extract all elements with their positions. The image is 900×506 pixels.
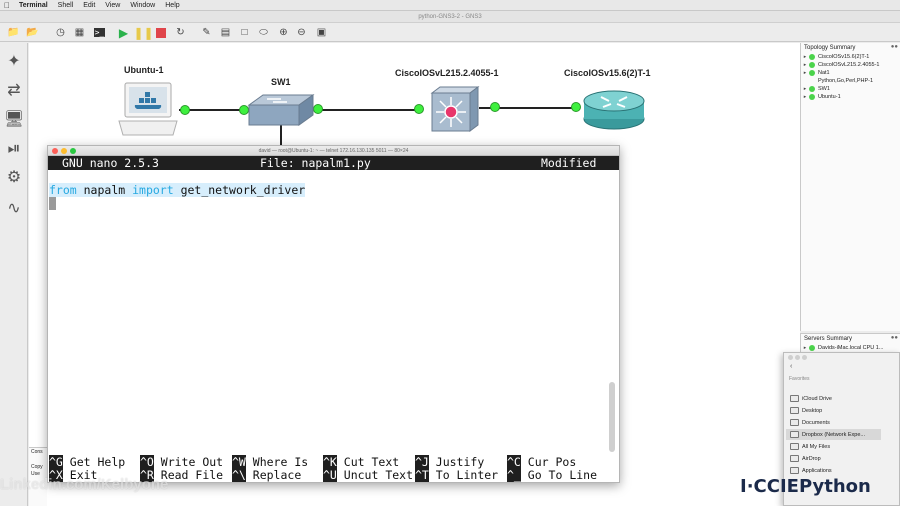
dock-close-icon[interactable]: ●● — [891, 335, 898, 341]
code-line[interactable]: from napalm import get_network_driver — [49, 183, 306, 197]
window-title: python-GNS3-2 - GNS3 — [0, 11, 900, 23]
stop-all-icon[interactable] — [153, 25, 168, 40]
nano-header: GNU nano 2.5.3 File: napalm1.py Modified — [48, 156, 619, 170]
link-status-dot — [180, 105, 190, 115]
link-sw1-l2router[interactable] — [315, 109, 421, 111]
add-link-icon[interactable]: ∿ — [4, 198, 24, 218]
console-all-icon[interactable]: >_ — [92, 25, 107, 40]
shortcut-go-to-line[interactable]: ^_ Go To Line — [507, 468, 597, 482]
nano-file-label: File: napalm1.py — [260, 156, 371, 170]
finder-minimize-button[interactable] — [795, 355, 800, 360]
reload-all-icon[interactable]: ↻ — [173, 25, 188, 40]
topology-item[interactable]: Python,Go,Perl,PHP-1 — [801, 77, 900, 85]
finder-close-button[interactable] — [788, 355, 793, 360]
menu-window[interactable]: Window — [125, 2, 160, 9]
device-label-sw1: SW1 — [271, 77, 291, 87]
topology-item[interactable]: ▸ Nat1 — [801, 69, 900, 77]
browse-security-icon[interactable]: ⏯ — [4, 139, 24, 159]
brand-logo: I·CCIEPython — [740, 476, 871, 497]
finder-item-airdrop[interactable]: AirDrop — [786, 453, 881, 464]
topology-item[interactable]: ▸ CiscoIOSv15.6(2)T-1 — [801, 53, 900, 61]
toolbar: 📁 📂 ◷ ▦ >_ ▶ ❚❚ ↻ ✎ ▤ □ ⬭ ⊕ ⊖ ▣ — [0, 23, 900, 42]
nano-status: Modified — [541, 156, 597, 170]
menu-edit[interactable]: Edit — [78, 2, 100, 9]
window-close-button[interactable] — [52, 148, 58, 154]
finder-item-documents[interactable]: Documents — [786, 417, 881, 428]
insert-picture-icon[interactable]: ▤ — [218, 25, 233, 40]
add-note-icon[interactable]: ✎ — [199, 25, 214, 40]
topology-item[interactable]: ▸ Ubuntu-1 — [801, 93, 900, 101]
start-all-icon[interactable]: ▶ — [116, 25, 131, 40]
console-dock-line: Copy — [31, 464, 43, 470]
menu-terminal[interactable]: Terminal — [14, 2, 53, 9]
shortcut-replace[interactable]: ^\ Replace — [232, 468, 301, 482]
menu-shell[interactable]: Shell — [53, 2, 79, 9]
switch-sw1-icon[interactable] — [247, 93, 315, 129]
finder-item-icloud[interactable]: iCloud Drive — [786, 393, 881, 404]
watermark: Linkedin.com/Kelbyone — [0, 476, 169, 493]
finder-zoom-button[interactable] — [802, 355, 807, 360]
finder-back-icon[interactable]: ‹ — [784, 363, 899, 373]
draw-ellipse-icon[interactable]: ⬭ — [256, 25, 271, 40]
draw-rectangle-icon[interactable]: □ — [237, 25, 252, 40]
topology-summary-dock: Topology Summary ●● ▸ CiscoIOSv15.6(2)T-1… — [800, 43, 900, 331]
snapshot-clock-icon[interactable]: ◷ — [53, 25, 68, 40]
console-dock-line: Cons — [31, 449, 43, 455]
menu-help[interactable]: Help — [160, 2, 184, 9]
link-status-dot — [490, 102, 500, 112]
device-panel: ✦ ⇄ 🖥 ⏯ ⚙ ∿ — [0, 43, 28, 506]
menu-view[interactable]: View — [100, 2, 125, 9]
device-label-ubuntu: Ubuntu-1 — [124, 65, 164, 75]
browse-routers-icon[interactable]: ✦ — [4, 51, 24, 71]
ubuntu-host-icon[interactable] — [117, 81, 181, 137]
window-zoom-button[interactable] — [70, 148, 76, 154]
link-status-dot — [571, 102, 581, 112]
terminal-scrollbar[interactable] — [609, 382, 615, 452]
finder-item-dropbox[interactable]: Dropbox (Network Expe... — [786, 429, 881, 440]
shortcut-to-linter[interactable]: ^T To Linter — [415, 468, 498, 482]
server-item[interactable]: ▸ Davids-iMac.local CPU 1... — [801, 344, 900, 352]
device-label-router: CiscoIOSv15.6(2)T-1 — [564, 68, 651, 78]
topology-item[interactable]: ▸ SW1 — [801, 85, 900, 93]
terminal-title: david — root@Ubuntu-1: ~ — telnet 172.16… — [258, 148, 409, 154]
finder-item-applications[interactable]: Applications — [786, 465, 881, 476]
terminal-window[interactable]: david — root@Ubuntu-1: ~ — telnet 172.16… — [47, 145, 620, 483]
topology-item[interactable]: ▸ CiscoIOSvL215.2.4055-1 — [801, 61, 900, 69]
show-interfaces-icon[interactable]: ▦ — [72, 25, 87, 40]
l2-switch-router-icon[interactable] — [428, 85, 482, 133]
shortcut-uncut-text[interactable]: ^U Uncut Text — [323, 468, 413, 482]
topology-summary-title: Topology Summary — [804, 45, 856, 51]
zoom-in-icon[interactable]: ⊕ — [276, 25, 291, 40]
router-icon[interactable] — [581, 87, 647, 131]
browse-end-devices-icon[interactable]: 🖥 — [4, 109, 24, 129]
finder-item-all-files[interactable]: All My Files — [786, 441, 881, 452]
screenshot-icon[interactable]: ▣ — [314, 25, 329, 40]
menu-bar:  Terminal Shell Edit View Window Help — [0, 0, 900, 11]
finder-section-label: Favorites — [789, 376, 810, 382]
open-project-icon[interactable]: 📂 — [25, 25, 40, 40]
suspend-all-icon[interactable]: ❚❚ — [133, 25, 153, 40]
link-status-dot — [414, 104, 424, 114]
dock-close-icon[interactable]: ●● — [891, 44, 898, 50]
apple-menu-icon[interactable]:  — [0, 1, 14, 10]
browse-switches-icon[interactable]: ⇄ — [4, 80, 24, 100]
new-project-icon[interactable]: 📁 — [6, 25, 21, 40]
zoom-out-icon[interactable]: ⊖ — [294, 25, 309, 40]
text-cursor — [49, 197, 56, 210]
window-minimize-button[interactable] — [61, 148, 67, 154]
device-label-l2router: CiscoIOSvL215.2.4055-1 — [395, 68, 499, 78]
finder-item-desktop[interactable]: Desktop — [786, 405, 881, 416]
servers-summary-title: Servers Summary — [804, 336, 853, 342]
nano-version: GNU nano 2.5.3 — [62, 156, 159, 170]
browse-all-devices-icon[interactable]: ⚙ — [4, 167, 24, 187]
